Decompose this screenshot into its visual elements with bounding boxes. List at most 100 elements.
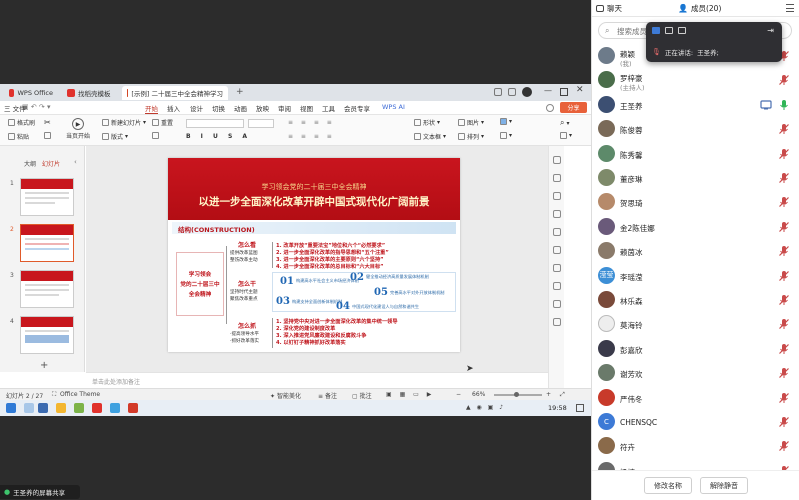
animation-icon[interactable] xyxy=(553,192,561,200)
zoom-in-button[interactable]: + xyxy=(546,391,551,398)
zoom-level[interactable]: 66% xyxy=(472,391,485,398)
microphone-muted-icon[interactable] xyxy=(778,343,790,355)
menu-slideshow[interactable]: 放映 xyxy=(256,103,269,113)
member-row[interactable]: 金2陈佳娜 xyxy=(592,215,799,239)
shape-button[interactable]: 形状 ▾ xyxy=(414,118,440,127)
microphone-muted-icon[interactable] xyxy=(778,367,790,379)
rename-button[interactable]: 修改名称 xyxy=(644,477,692,494)
slide-thumbnail[interactable] xyxy=(20,316,74,354)
format-painter-button[interactable]: 格式刷 xyxy=(8,118,35,127)
menu-insert[interactable]: 插入 xyxy=(167,103,180,113)
arrange-button[interactable]: 排列 ▾ xyxy=(458,132,484,141)
microphone-muted-icon[interactable] xyxy=(778,416,790,428)
microphone-muted-icon[interactable] xyxy=(778,392,790,404)
microphone-muted-icon[interactable] xyxy=(778,196,790,208)
zoom-slider-handle[interactable] xyxy=(514,392,519,397)
notes-area[interactable]: 单击此处添加备注 xyxy=(86,372,548,388)
member-row[interactable]: 莫海铃 xyxy=(592,312,799,336)
material-icon[interactable] xyxy=(553,228,561,236)
app-icon[interactable] xyxy=(110,403,120,413)
fill-button[interactable]: ▾ xyxy=(500,118,512,125)
new-tab-icon[interactable]: + xyxy=(236,87,244,97)
windows-start-icon[interactable] xyxy=(6,403,16,413)
tab-docer[interactable]: 找稻壳模板 xyxy=(62,86,120,100)
paste-button[interactable]: 粘贴 xyxy=(8,132,29,141)
microphone-muted-icon[interactable] xyxy=(778,270,790,282)
tab-presentation[interactable]: [示例] 二十届三中全会精神学习 xyxy=(122,86,228,100)
microphone-muted-icon[interactable] xyxy=(778,245,790,257)
copy-button[interactable] xyxy=(44,132,51,139)
menu-vip[interactable]: 会员专享 xyxy=(344,103,370,113)
menu-design[interactable]: 设计 xyxy=(190,103,203,113)
layout-button[interactable]: 版式 ▾ xyxy=(102,132,128,141)
quick-tools-icon[interactable]: ▣ ↶ ↷ ▾ xyxy=(22,103,51,111)
menu-transition[interactable]: 切换 xyxy=(212,103,225,113)
microphone-muted-icon[interactable] xyxy=(778,123,790,135)
wps-logo-icon[interactable] xyxy=(128,403,138,413)
folder-icon[interactable] xyxy=(56,403,66,413)
member-row[interactable]: 彭嘉欣 xyxy=(592,337,799,361)
tab-slides[interactable]: 幻灯片 xyxy=(42,159,60,168)
member-row[interactable]: 滢莹 李瑶滢 xyxy=(592,264,799,288)
slide-thumbnail[interactable] xyxy=(20,178,74,216)
slide-thumbnail[interactable] xyxy=(20,270,74,308)
smart-beautify-button[interactable]: ✦ 智能美化 xyxy=(270,391,301,400)
member-row[interactable]: 王圣养 xyxy=(592,93,799,117)
maximize-button[interactable] xyxy=(560,88,568,96)
menu-view[interactable]: 视图 xyxy=(300,103,313,113)
gallery-view-icon[interactable] xyxy=(665,27,673,34)
view-buttons[interactable]: ▣ ▦ ▭ ▶ xyxy=(386,391,434,398)
member-row[interactable]: 符卉 xyxy=(592,434,799,458)
menu-animation[interactable]: 动画 xyxy=(234,103,247,113)
app-icon[interactable] xyxy=(38,403,48,413)
menu-review[interactable]: 审阅 xyxy=(278,103,291,113)
notification-icon[interactable] xyxy=(576,404,584,412)
play-from-current-button[interactable]: ▶ 当页开始 xyxy=(66,118,90,140)
property-icon[interactable] xyxy=(553,156,561,164)
textbox-button[interactable]: 文本框 ▾ xyxy=(414,132,446,141)
current-slide[interactable]: 学习领会党的二十届三中全会精神 以进一步全面深化改革开辟中国式现代化广阔前景 结… xyxy=(168,158,460,352)
microphone-muted-icon[interactable] xyxy=(778,148,790,160)
picture-button[interactable]: 图片 ▾ xyxy=(458,118,484,127)
member-row[interactable]: 谢芳欢 xyxy=(592,361,799,385)
member-row[interactable]: 林乐森 xyxy=(592,288,799,312)
font-family-select[interactable] xyxy=(186,119,244,128)
collapse-pane-icon[interactable]: ‹ xyxy=(74,158,77,166)
more-options-icon[interactable] xyxy=(786,4,794,12)
new-slide-button[interactable]: 新建幻灯片 ▾ xyxy=(102,118,146,127)
popup-collapse-icon[interactable]: ⇥ xyxy=(767,26,774,35)
window-layout-icon[interactable] xyxy=(494,88,502,96)
slide-thumbnail-selected[interactable] xyxy=(20,224,74,262)
outline-button[interactable]: ▾ xyxy=(500,132,512,139)
chat-tab[interactable]: 聊天 xyxy=(596,3,622,14)
unmute-all-button[interactable]: 解除静音 xyxy=(700,477,748,494)
select-button[interactable]: ▾ xyxy=(560,132,572,139)
window-tiles-icon[interactable] xyxy=(508,88,516,96)
tab-outline[interactable]: 大纲 xyxy=(24,159,36,168)
backup-icon[interactable] xyxy=(553,282,561,290)
user-avatar[interactable] xyxy=(522,87,532,97)
member-row[interactable]: 严伟冬 xyxy=(592,386,799,410)
microphone-muted-icon[interactable] xyxy=(778,294,790,306)
microphone-muted-icon[interactable] xyxy=(778,74,790,86)
notes-button[interactable]: ≡ 备注 xyxy=(318,391,337,400)
tab-wps-office[interactable]: WPS Office xyxy=(4,86,58,100)
share-button[interactable]: 分享 xyxy=(560,102,587,113)
reset-button[interactable]: 重置 xyxy=(152,118,173,127)
cloud-sync-icon[interactable] xyxy=(546,104,554,112)
shape-effect-icon[interactable] xyxy=(553,264,561,272)
comments-button[interactable]: ▢ 批注 xyxy=(352,391,372,400)
member-row[interactable]: 陈秀馨 xyxy=(592,142,799,166)
member-row[interactable]: 罗梓豪 (主持人) xyxy=(592,68,799,92)
minimize-button[interactable]: — xyxy=(544,86,552,95)
speaker-view-icon[interactable] xyxy=(652,27,660,34)
selection-pane-icon[interactable] xyxy=(553,300,561,308)
find-button[interactable]: ⌕ ▾ xyxy=(560,118,570,128)
app-icon[interactable] xyxy=(74,403,84,413)
app-icon[interactable] xyxy=(24,403,34,413)
member-row[interactable]: C CHENSQC xyxy=(592,410,799,434)
menu-tools[interactable]: 工具 xyxy=(322,103,335,113)
align-buttons[interactable]: ≡ ≡ ≡ ≡ xyxy=(288,133,335,140)
members-tab[interactable]: 👤 成员(20) xyxy=(678,3,721,14)
list-view-icon[interactable] xyxy=(678,27,686,34)
